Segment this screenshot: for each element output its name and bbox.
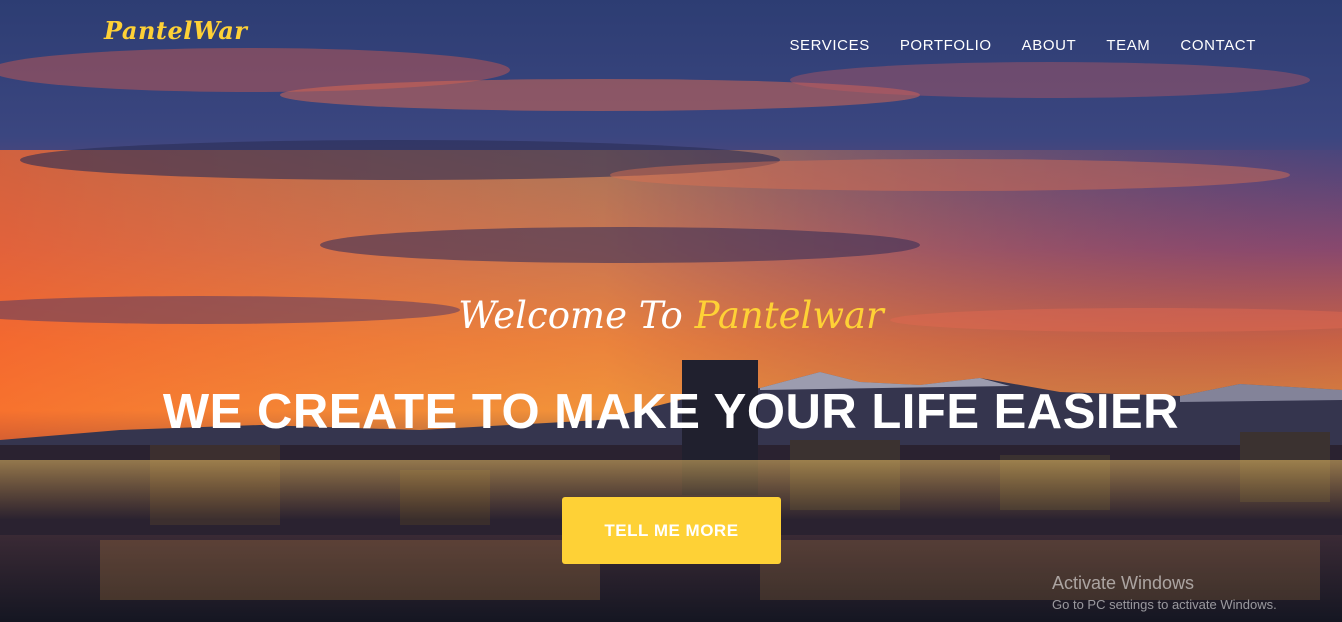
welcome-accent: Pantelwar [694, 294, 884, 337]
nav-item-services: SERVICES [789, 37, 869, 55]
watermark-subtitle: Go to PC settings to activate Windows. [1052, 597, 1277, 612]
nav-item-about: ABOUT [1022, 37, 1077, 55]
brand-logo[interactable]: PantelWar [104, 16, 247, 45]
nav-link-team[interactable]: TEAM [1106, 37, 1150, 54]
nav-item-portfolio: PORTFOLIO [900, 37, 992, 55]
hero-welcome-text: Welcome To Pantelwar [0, 294, 1342, 337]
nav-item-contact: CONTACT [1180, 37, 1256, 55]
windows-activation-watermark: Activate Windows Go to PC settings to ac… [1052, 573, 1277, 612]
nav-link-about[interactable]: ABOUT [1022, 37, 1077, 54]
nav-link-services[interactable]: SERVICES [789, 37, 869, 54]
hero-headline: WE CREATE TO MAKE YOUR LIFE EASIER [162, 385, 1180, 439]
watermark-title: Activate Windows [1052, 573, 1195, 593]
nav-item-team: TEAM [1106, 37, 1150, 55]
hero-section: PantelWar SERVICES PORTFOLIO ABOUT TEAM … [0, 0, 1342, 622]
nav-link-contact[interactable]: CONTACT [1180, 37, 1256, 54]
tell-me-more-button[interactable]: TELL ME MORE [562, 497, 781, 564]
nav-link-portfolio[interactable]: PORTFOLIO [900, 37, 992, 54]
main-nav: SERVICES PORTFOLIO ABOUT TEAM CONTACT [789, 37, 1256, 55]
welcome-prefix: Welcome To [458, 294, 683, 337]
